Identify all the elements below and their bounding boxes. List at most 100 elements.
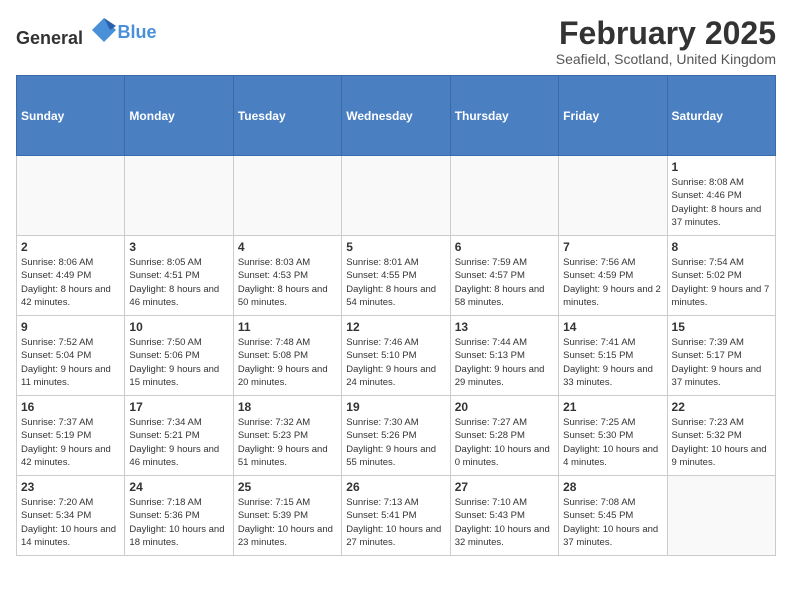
calendar-cell: 8 Sunrise: 7:54 AM Sunset: 5:02 PM Daylig… bbox=[667, 236, 775, 316]
day-number: 13 bbox=[455, 320, 554, 334]
day-info: Sunrise: 7:13 AM Sunset: 5:41 PM Dayligh… bbox=[346, 496, 445, 549]
calendar-cell: 11Sunrise: 7:48 AM Sunset: 5:08 PM Dayli… bbox=[233, 316, 341, 396]
weekday-wednesday: Wednesday bbox=[342, 76, 450, 156]
day-info: Sunrise: 7:32 AM Sunset: 5:23 PM Dayligh… bbox=[238, 416, 337, 469]
day-number: 7 bbox=[563, 240, 662, 254]
calendar-cell bbox=[233, 156, 341, 236]
weekday-monday: Monday bbox=[125, 76, 233, 156]
calendar-cell: 2Sunrise: 8:06 AM Sunset: 4:49 PM Daylig… bbox=[17, 236, 125, 316]
logo: General Blue bbox=[16, 16, 157, 49]
day-info: Sunrise: 7:18 AM Sunset: 5:36 PM Dayligh… bbox=[129, 496, 228, 549]
calendar-week-4: 16 Sunrise: 7:37 AM Sunset: 5:19 PM Dayli… bbox=[17, 396, 776, 476]
weekday-friday: Friday bbox=[559, 76, 667, 156]
day-info: Sunrise: 7:15 AM Sunset: 5:39 PM Dayligh… bbox=[238, 496, 337, 549]
weekday-tuesday: Tuesday bbox=[233, 76, 341, 156]
day-number: 11 bbox=[238, 320, 337, 334]
day-number: 20 bbox=[455, 400, 554, 414]
calendar-cell: 15Sunrise: 7:39 AM Sunset: 5:17 PM Dayli… bbox=[667, 316, 775, 396]
day-info: Sunrise: 8:01 AM Sunset: 4:55 PM Dayligh… bbox=[346, 256, 445, 309]
day-info: Sunrise: 7:30 AM Sunset: 5:26 PM Dayligh… bbox=[346, 416, 445, 469]
calendar-week-5: 23 Sunrise: 7:20 AM Sunset: 5:34 PM Dayli… bbox=[17, 476, 776, 556]
weekday-thursday: Thursday bbox=[450, 76, 558, 156]
day-info: Sunrise: 8:05 AM Sunset: 4:51 PM Dayligh… bbox=[129, 256, 228, 309]
day-number: 23 bbox=[21, 480, 120, 494]
calendar-cell: 25 Sunrise: 7:15 AM Sunset: 5:39 PM Dayli… bbox=[233, 476, 341, 556]
day-info: Sunrise: 8:03 AM Sunset: 4:53 PM Dayligh… bbox=[238, 256, 337, 309]
calendar-cell: 14 Sunrise: 7:41 AM Sunset: 5:15 PM Dayli… bbox=[559, 316, 667, 396]
calendar-cell: 19Sunrise: 7:30 AM Sunset: 5:26 PM Dayli… bbox=[342, 396, 450, 476]
calendar-cell: 18Sunrise: 7:32 AM Sunset: 5:23 PM Dayli… bbox=[233, 396, 341, 476]
calendar-cell: 3 Sunrise: 8:05 AM Sunset: 4:51 PM Daylig… bbox=[125, 236, 233, 316]
day-number: 15 bbox=[672, 320, 771, 334]
calendar-cell: 22 Sunrise: 7:23 AM Sunset: 5:32 PM Dayli… bbox=[667, 396, 775, 476]
day-number: 10 bbox=[129, 320, 228, 334]
day-number: 27 bbox=[455, 480, 554, 494]
weekday-sunday: Sunday bbox=[17, 76, 125, 156]
day-info: Sunrise: 7:23 AM Sunset: 5:32 PM Dayligh… bbox=[672, 416, 771, 469]
calendar-table: SundayMondayTuesdayWednesdayThursdayFrid… bbox=[16, 75, 776, 556]
calendar-cell bbox=[450, 156, 558, 236]
day-number: 9 bbox=[21, 320, 120, 334]
calendar-cell: 1 Sunrise: 8:08 AM Sunset: 4:46 PM Daylig… bbox=[667, 156, 775, 236]
calendar-cell bbox=[342, 156, 450, 236]
day-number: 3 bbox=[129, 240, 228, 254]
day-number: 14 bbox=[563, 320, 662, 334]
day-info: Sunrise: 7:20 AM Sunset: 5:34 PM Dayligh… bbox=[21, 496, 120, 549]
calendar-cell: 7 Sunrise: 7:56 AM Sunset: 4:59 PM Daylig… bbox=[559, 236, 667, 316]
calendar-cell: 6Sunrise: 7:59 AM Sunset: 4:57 PM Daylig… bbox=[450, 236, 558, 316]
calendar-cell: 24 Sunrise: 7:18 AM Sunset: 5:36 PM Dayli… bbox=[125, 476, 233, 556]
logo-general: General bbox=[16, 28, 83, 48]
day-number: 24 bbox=[129, 480, 228, 494]
calendar-cell: 21 Sunrise: 7:25 AM Sunset: 5:30 PM Dayli… bbox=[559, 396, 667, 476]
day-number: 5 bbox=[346, 240, 445, 254]
calendar-subtitle: Seafield, Scotland, United Kingdom bbox=[556, 51, 776, 67]
calendar-body: 1 Sunrise: 8:08 AM Sunset: 4:46 PM Daylig… bbox=[17, 156, 776, 556]
weekday-saturday: Saturday bbox=[667, 76, 775, 156]
day-info: Sunrise: 8:08 AM Sunset: 4:46 PM Dayligh… bbox=[672, 176, 771, 229]
day-number: 6 bbox=[455, 240, 554, 254]
logo-flag-icon bbox=[90, 16, 118, 44]
calendar-cell: 9 Sunrise: 7:52 AM Sunset: 5:04 PM Daylig… bbox=[17, 316, 125, 396]
day-number: 22 bbox=[672, 400, 771, 414]
calendar-cell: 10 Sunrise: 7:50 AM Sunset: 5:06 PM Dayli… bbox=[125, 316, 233, 396]
day-number: 12 bbox=[346, 320, 445, 334]
calendar-cell: 17 Sunrise: 7:34 AM Sunset: 5:21 PM Dayli… bbox=[125, 396, 233, 476]
calendar-cell: 27Sunrise: 7:10 AM Sunset: 5:43 PM Dayli… bbox=[450, 476, 558, 556]
day-info: Sunrise: 7:44 AM Sunset: 5:13 PM Dayligh… bbox=[455, 336, 554, 389]
day-info: Sunrise: 7:50 AM Sunset: 5:06 PM Dayligh… bbox=[129, 336, 228, 389]
day-info: Sunrise: 7:27 AM Sunset: 5:28 PM Dayligh… bbox=[455, 416, 554, 469]
day-number: 25 bbox=[238, 480, 337, 494]
calendar-cell: 23 Sunrise: 7:20 AM Sunset: 5:34 PM Dayli… bbox=[17, 476, 125, 556]
calendar-cell: 4Sunrise: 8:03 AM Sunset: 4:53 PM Daylig… bbox=[233, 236, 341, 316]
calendar-cell bbox=[667, 476, 775, 556]
day-number: 17 bbox=[129, 400, 228, 414]
day-info: Sunrise: 7:37 AM Sunset: 5:19 PM Dayligh… bbox=[21, 416, 120, 469]
day-number: 2 bbox=[21, 240, 120, 254]
day-info: Sunrise: 7:41 AM Sunset: 5:15 PM Dayligh… bbox=[563, 336, 662, 389]
day-number: 26 bbox=[346, 480, 445, 494]
calendar-cell: 28Sunrise: 7:08 AM Sunset: 5:45 PM Dayli… bbox=[559, 476, 667, 556]
page-header: General Blue February 2025 Seafield, Sco… bbox=[16, 16, 776, 67]
calendar-cell bbox=[17, 156, 125, 236]
day-info: Sunrise: 7:46 AM Sunset: 5:10 PM Dayligh… bbox=[346, 336, 445, 389]
day-info: Sunrise: 7:52 AM Sunset: 5:04 PM Dayligh… bbox=[21, 336, 120, 389]
day-number: 16 bbox=[21, 400, 120, 414]
calendar-week-3: 9 Sunrise: 7:52 AM Sunset: 5:04 PM Daylig… bbox=[17, 316, 776, 396]
day-info: Sunrise: 7:56 AM Sunset: 4:59 PM Dayligh… bbox=[563, 256, 662, 309]
day-info: Sunrise: 7:25 AM Sunset: 5:30 PM Dayligh… bbox=[563, 416, 662, 469]
title-block: February 2025 Seafield, Scotland, United… bbox=[556, 16, 776, 67]
calendar-cell: 20 Sunrise: 7:27 AM Sunset: 5:28 PM Dayli… bbox=[450, 396, 558, 476]
day-info: Sunrise: 7:54 AM Sunset: 5:02 PM Dayligh… bbox=[672, 256, 771, 309]
calendar-week-2: 2Sunrise: 8:06 AM Sunset: 4:49 PM Daylig… bbox=[17, 236, 776, 316]
calendar-cell bbox=[125, 156, 233, 236]
calendar-cell bbox=[559, 156, 667, 236]
day-info: Sunrise: 7:34 AM Sunset: 5:21 PM Dayligh… bbox=[129, 416, 228, 469]
calendar-cell: 13 Sunrise: 7:44 AM Sunset: 5:13 PM Dayli… bbox=[450, 316, 558, 396]
calendar-header: SundayMondayTuesdayWednesdayThursdayFrid… bbox=[17, 76, 776, 156]
day-number: 1 bbox=[672, 160, 771, 174]
calendar-cell: 26 Sunrise: 7:13 AM Sunset: 5:41 PM Dayli… bbox=[342, 476, 450, 556]
day-number: 21 bbox=[563, 400, 662, 414]
calendar-week-1: 1 Sunrise: 8:08 AM Sunset: 4:46 PM Daylig… bbox=[17, 156, 776, 236]
day-number: 8 bbox=[672, 240, 771, 254]
weekday-header-row: SundayMondayTuesdayWednesdayThursdayFrid… bbox=[17, 76, 776, 156]
